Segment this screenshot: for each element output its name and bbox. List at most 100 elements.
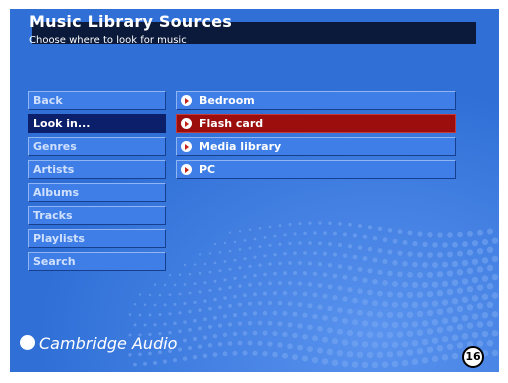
background-dot <box>293 232 297 236</box>
background-dot <box>386 331 394 339</box>
background-dot <box>427 252 433 258</box>
background-dot <box>153 303 157 307</box>
menu-item-look-in[interactable]: Look in... <box>28 114 166 133</box>
background-dot <box>133 323 137 327</box>
background-dot <box>432 262 438 268</box>
background-dot <box>222 351 228 357</box>
page-number-badge: 16 <box>462 346 484 368</box>
menu-item-albums[interactable]: Albums <box>28 183 166 202</box>
source-item-flash-card[interactable]: Flash card <box>176 114 456 133</box>
background-dot <box>431 319 439 326</box>
background-dot <box>193 263 197 266</box>
background-dot <box>352 254 358 260</box>
source-item-media-library[interactable]: Media library <box>176 137 456 156</box>
background-dot <box>218 269 222 273</box>
background-dot <box>317 304 323 310</box>
background-dot <box>471 313 479 320</box>
background-dot <box>431 281 439 288</box>
background-dot <box>208 306 212 311</box>
background-dot <box>436 271 444 278</box>
background-dot <box>392 281 398 287</box>
background-dot <box>258 263 262 267</box>
background-dot <box>436 308 444 315</box>
background-dot <box>298 241 302 245</box>
background-dot <box>486 283 494 290</box>
background-dot <box>442 242 448 248</box>
background-dot <box>148 313 152 317</box>
menu-item-artists[interactable]: Artists <box>28 160 166 179</box>
background-dot <box>431 337 439 344</box>
background-dot <box>223 296 227 300</box>
background-dot <box>273 271 277 276</box>
background-dot <box>308 241 312 245</box>
background-dot <box>328 221 332 225</box>
background-dot <box>218 251 222 254</box>
background-dot <box>346 350 354 358</box>
background-dot <box>426 346 434 353</box>
background-dot <box>466 304 474 311</box>
sources-list: Bedroom Flash card Media library PC <box>176 91 456 183</box>
background-dot <box>391 301 399 308</box>
background-dot <box>401 321 409 329</box>
background-dot <box>381 341 389 349</box>
background-dot <box>461 333 469 340</box>
background-dot <box>367 246 373 252</box>
background-dot <box>262 330 268 336</box>
background-dot <box>311 356 319 364</box>
background-dot <box>333 231 337 236</box>
background-dot <box>248 283 252 287</box>
background-dot <box>376 311 384 318</box>
background-dot <box>456 250 464 257</box>
menu-item-genres[interactable]: Genres <box>28 137 166 156</box>
background-dot <box>312 271 318 277</box>
background-dot <box>203 299 207 303</box>
background-dot <box>446 288 454 296</box>
menu-item-search[interactable]: Search <box>28 252 166 271</box>
menu-item-playlists[interactable]: Playlists <box>28 229 166 248</box>
background-dot <box>262 310 268 316</box>
background-dot <box>153 283 157 286</box>
background-dot <box>436 289 444 297</box>
source-item-pc[interactable]: PC <box>176 160 456 179</box>
source-item-bedroom[interactable]: Bedroom <box>176 91 456 110</box>
background-dot <box>212 352 218 358</box>
background-dot <box>451 316 459 323</box>
background-dot <box>133 303 137 306</box>
background-dot <box>293 251 297 256</box>
background-dot <box>456 287 464 294</box>
background-dot <box>312 313 318 320</box>
background-dot <box>138 293 142 296</box>
menu-item-tracks[interactable]: Tracks <box>28 206 166 225</box>
background-dot <box>247 320 253 326</box>
background-dot <box>347 265 353 271</box>
play-icon <box>181 118 192 129</box>
background-dot <box>422 262 428 268</box>
background-dot <box>421 357 429 364</box>
background-dot <box>228 249 232 253</box>
background-dot <box>193 318 197 323</box>
background-dot <box>377 226 383 231</box>
background-dot <box>347 287 353 293</box>
background-dot <box>148 293 152 297</box>
background-dot <box>461 314 469 322</box>
background-dot <box>128 313 132 316</box>
background-dot <box>158 293 162 297</box>
page-title: Music Library Sources <box>29 12 232 31</box>
background-dot <box>437 251 443 258</box>
background-dot <box>233 258 237 262</box>
background-dot <box>451 260 459 268</box>
background-dot <box>278 242 282 246</box>
background-dot <box>143 303 147 307</box>
background-dot <box>366 351 374 359</box>
brand-name: Cambridge Audio <box>39 334 178 353</box>
background-dot <box>268 225 272 229</box>
background-dot <box>208 252 212 255</box>
menu-item-back[interactable]: Back <box>28 91 166 110</box>
background-dot <box>257 320 263 326</box>
background-dot <box>262 291 268 296</box>
background-dot <box>351 340 359 347</box>
background-dot <box>332 273 338 279</box>
background-dot <box>456 323 464 331</box>
background-dot <box>342 274 348 280</box>
play-icon <box>181 95 192 106</box>
